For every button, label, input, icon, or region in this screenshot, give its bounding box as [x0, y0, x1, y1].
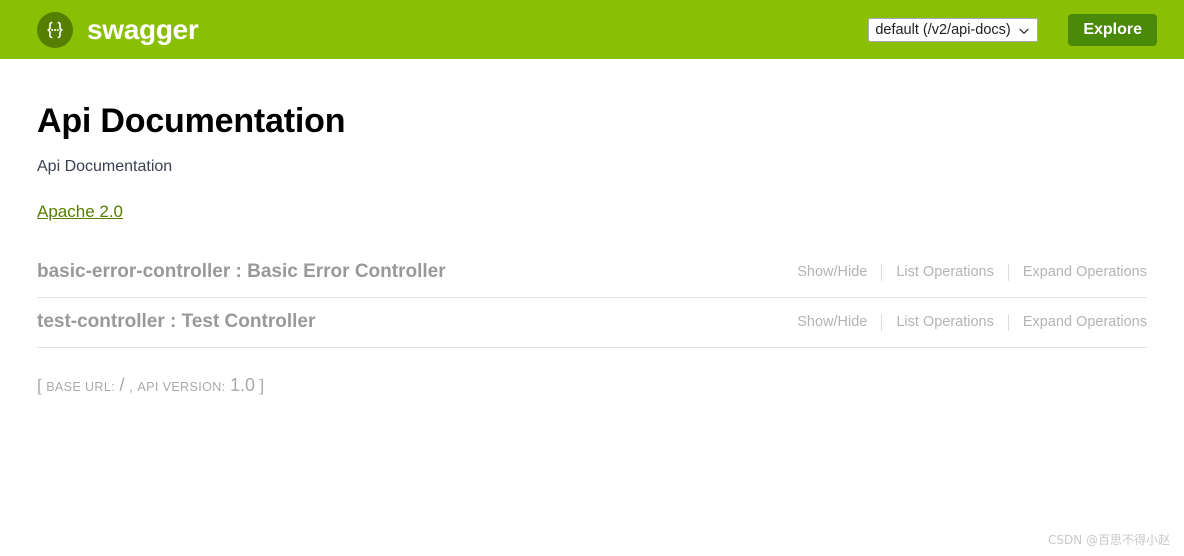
open-bracket: [: [37, 375, 42, 395]
close-bracket: ]: [259, 375, 265, 395]
resource-row: test-controller : Test Controller Show/H…: [37, 298, 1147, 348]
list-operations-link[interactable]: List Operations: [882, 264, 1008, 280]
base-url-info: [ BASE URL: / , API VERSION: 1.0 ]: [37, 376, 1147, 395]
app-header: swagger default (/v2/api-docs) Explore: [0, 0, 1184, 59]
base-url-label: BASE URL:: [46, 379, 116, 394]
brand-block[interactable]: swagger: [37, 11, 199, 48]
expand-operations-link[interactable]: Expand Operations: [1009, 264, 1147, 280]
explore-button[interactable]: Explore: [1068, 13, 1157, 46]
swagger-braces-icon: [37, 11, 73, 48]
list-operations-link[interactable]: List Operations: [882, 314, 1008, 330]
page-title: Api Documentation: [37, 102, 346, 140]
header-controls: default (/v2/api-docs) Explore: [868, 13, 1157, 46]
resource-title[interactable]: test-controller : Test Controller: [37, 311, 315, 333]
main-content: Api Documentation Api Documentation Apac…: [0, 59, 1184, 395]
api-version-label: API VERSION:: [137, 379, 226, 394]
show-hide-link[interactable]: Show/Hide: [783, 314, 881, 330]
separator-comma: ,: [129, 377, 133, 394]
brand-name: swagger: [87, 13, 199, 45]
resource-row: basic-error-controller : Basic Error Con…: [37, 248, 1147, 298]
api-docs-select-wrapper[interactable]: default (/v2/api-docs): [868, 17, 1068, 42]
resource-options: Show/Hide List Operations Expand Operati…: [783, 263, 1147, 281]
resource-options: Show/Hide List Operations Expand Operati…: [783, 313, 1147, 331]
resource-list: basic-error-controller : Basic Error Con…: [37, 248, 1147, 348]
api-docs-select[interactable]: default (/v2/api-docs): [868, 17, 1039, 42]
watermark: CSDN @百思不得小赵: [1047, 533, 1170, 547]
expand-operations-link[interactable]: Expand Operations: [1009, 314, 1147, 330]
page-subtitle: Api Documentation: [37, 158, 173, 176]
base-url-value: /: [119, 374, 125, 395]
api-version-value: 1.0: [229, 374, 255, 395]
show-hide-link[interactable]: Show/Hide: [783, 264, 881, 280]
license-link[interactable]: Apache 2.0: [37, 202, 123, 222]
resource-title[interactable]: basic-error-controller : Basic Error Con…: [37, 261, 446, 283]
